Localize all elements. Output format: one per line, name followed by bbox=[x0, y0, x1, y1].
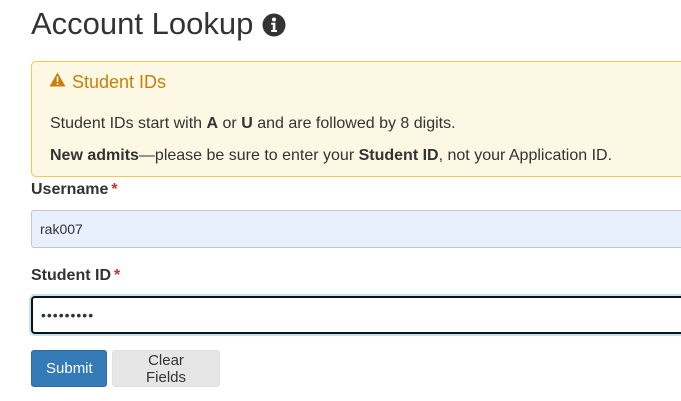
alert-line-new-admits: New admits—please be sure to enter your … bbox=[50, 147, 612, 165]
alert-heading-text: Student IDs bbox=[72, 72, 167, 92]
username-label-text: Username bbox=[31, 181, 109, 198]
alert-bold-u: U bbox=[241, 115, 253, 132]
alert-text: Student IDs start with bbox=[50, 115, 207, 132]
alert-bold-new-admits: New admits bbox=[50, 147, 139, 164]
alert-text: and are followed by 8 digits. bbox=[252, 115, 456, 132]
student-id-label-text: Student ID bbox=[31, 267, 111, 284]
account-lookup-page: Account Lookup Student IDs Student IDs s… bbox=[0, 0, 681, 401]
username-label: Username * bbox=[31, 181, 118, 199]
clear-fields-button[interactable]: Clear Fields bbox=[112, 350, 220, 387]
alert-bold-a: A bbox=[206, 115, 219, 132]
submit-button[interactable]: Submit bbox=[31, 350, 107, 387]
title-row: Account Lookup bbox=[31, 4, 286, 44]
alert-text: or bbox=[218, 115, 242, 132]
username-input[interactable] bbox=[31, 210, 681, 248]
alert-line-format: Student IDs start with A or U and are fo… bbox=[50, 115, 456, 133]
alert-text: —please be sure to enter your bbox=[138, 147, 359, 164]
required-marker: * bbox=[111, 181, 118, 198]
student-id-input[interactable] bbox=[31, 296, 681, 334]
warning-triangle-icon bbox=[49, 71, 66, 87]
page-title: Account Lookup bbox=[31, 6, 254, 41]
alert-text: , not your Application ID. bbox=[438, 147, 613, 164]
alert-heading: Student IDs bbox=[49, 72, 166, 93]
student-id-label: Student ID * bbox=[31, 267, 120, 285]
student-ids-alert: Student IDs Student IDs start with A or … bbox=[31, 61, 681, 177]
required-marker: * bbox=[114, 267, 121, 284]
alert-bold-student-id: Student ID bbox=[358, 147, 439, 164]
info-circle-icon[interactable] bbox=[262, 13, 286, 37]
